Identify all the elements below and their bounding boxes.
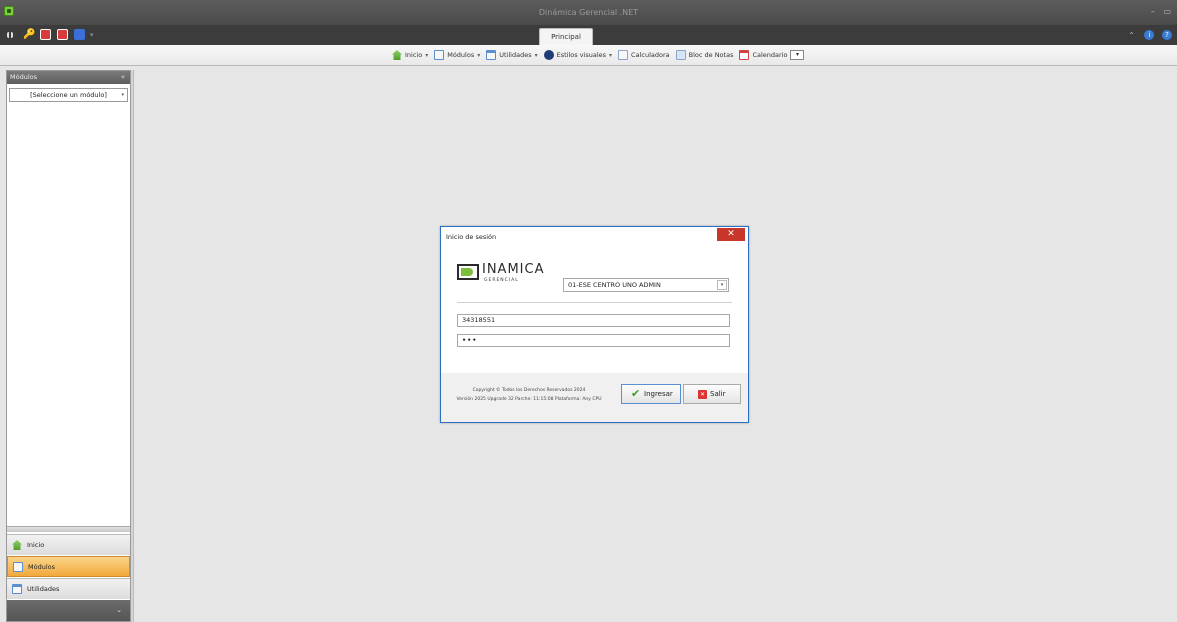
info-icon[interactable]: i (1144, 30, 1155, 40)
nav-utilidades-label: Utilidades (27, 585, 60, 593)
ribbon-calculadora-label: Calculadora (631, 51, 670, 59)
minimize-button[interactable]: – (1151, 7, 1155, 16)
panel-resize-handle[interactable] (131, 70, 134, 622)
logo-mark (457, 264, 479, 280)
copyright-block: Copyright © Todos los Derechos Reservado… (454, 386, 604, 404)
notepad-icon (675, 50, 686, 60)
company-select-value: 01-ESE CENTRO UNO ADMIN (568, 281, 661, 289)
chevron-down-icon[interactable]: ▾ (425, 52, 428, 59)
ribbon-bloc-notas[interactable]: Bloc de Notas (675, 50, 734, 60)
utilities-icon (12, 584, 22, 594)
chevron-down-icon[interactable]: ▾ (535, 52, 538, 59)
ribbon: Inicio ▾ Módulos ▾ Utilidades ▾ Estilos … (0, 45, 1177, 66)
logo-subtext: GERENCIAL (484, 278, 519, 283)
login-button[interactable]: ✔ Ingresar (621, 384, 681, 404)
copyright-text: Copyright © Todos los Derechos Reservado… (472, 388, 586, 393)
restore-button[interactable]: ▭ (1163, 7, 1171, 16)
ribbon-estilos-label: Estilos visuales (556, 51, 607, 59)
chevron-down-icon: ▾ (121, 92, 124, 98)
close-button[interactable]: ✕ (717, 228, 745, 241)
ribbon-calendario[interactable]: Calendario ▾ (739, 50, 805, 60)
login-button-label: Ingresar (644, 390, 673, 398)
dinamica-logo: INAMICA GERENCIAL (457, 262, 549, 287)
chevron-down-icon[interactable]: ⌄ (116, 606, 122, 614)
module-select[interactable]: [Seleccione un módulo] ▾ (9, 88, 128, 102)
nav-inicio[interactable]: Inicio (7, 534, 130, 555)
dialog-title: Inicio de sesión (446, 233, 497, 241)
document-icon[interactable] (57, 29, 68, 40)
chevron-down-icon[interactable]: ▾ (717, 280, 727, 290)
login-dialog: Inicio de sesión ✕ INAMICA GERENCIAL 01-… (440, 226, 749, 423)
window-controls: – ▭ (1145, 7, 1171, 16)
version-text: Versión 2025 Upgrade 32 Parche: 11:15:08… (456, 397, 602, 402)
company-select[interactable]: 01-ESE CENTRO UNO ADMIN ▾ (563, 278, 729, 292)
collapse-panel-icon[interactable]: « (121, 71, 125, 84)
ribbon-bloc-notas-label: Bloc de Notas (688, 51, 734, 59)
password-field[interactable]: ••• (457, 334, 730, 347)
module-select-value: [Seleccione un módulo] (30, 91, 107, 99)
report-icon[interactable] (40, 29, 51, 40)
modules-icon (434, 50, 445, 60)
quick-access-dropdown[interactable]: ▾ (90, 31, 101, 42)
ribbon-calculadora[interactable]: Calculadora (618, 50, 670, 60)
divider (457, 302, 732, 303)
nav-footer: ⌄ (7, 600, 130, 621)
ribbon-modulos[interactable]: Módulos ▾ (434, 50, 480, 60)
dialog-footer: Copyright © Todos los Derechos Reservado… (441, 373, 748, 422)
ribbon-modulos-label: Módulos (447, 51, 475, 59)
home-icon (12, 540, 22, 550)
nav-inicio-label: Inicio (27, 541, 45, 549)
nav-modulos[interactable]: Módulos (7, 556, 130, 577)
key-icon[interactable]: 🔑 (23, 29, 35, 40)
visual-styles-icon (543, 50, 554, 60)
home-icon (392, 50, 402, 60)
chevron-down-icon[interactable]: ▾ (609, 52, 612, 59)
chevron-down-icon[interactable]: ▾ (477, 52, 480, 59)
ribbon-inicio-label: Inicio (405, 51, 423, 59)
nav-modulos-label: Módulos (28, 563, 55, 571)
help-icons: ⌃ i ? (1128, 30, 1172, 40)
exit-button-label: Salir (710, 390, 726, 398)
ribbon-inicio[interactable]: Inicio ▾ (392, 50, 428, 60)
modules-panel: Módulos « [Seleccione un módulo] ▾ Inici… (6, 70, 131, 622)
ribbon-estilos[interactable]: Estilos visuales ▾ (543, 50, 612, 60)
calendar-icon (739, 50, 750, 60)
calculator-icon (618, 50, 629, 60)
exit-button[interactable]: ✕ Salir (683, 384, 741, 404)
window-title: Dinámica Gerencial .NET (538, 8, 639, 17)
title-bar: Dinámica Gerencial .NET – ▭ (0, 0, 1177, 25)
nav-utilidades[interactable]: Utilidades (7, 578, 130, 599)
tab-principal[interactable]: Principal (539, 28, 593, 45)
window-icon[interactable] (74, 29, 85, 40)
calendar-dropdown[interactable]: ▾ (790, 50, 805, 60)
check-icon: ✔ (631, 387, 641, 400)
modules-panel-header: Módulos « (7, 71, 130, 84)
close-icon: ✕ (698, 390, 707, 399)
modules-icon (13, 562, 23, 572)
collapse-ribbon-icon[interactable]: ⌃ (1128, 31, 1135, 40)
panel-splitter[interactable] (7, 526, 130, 532)
modules-panel-title: Módulos (10, 73, 37, 81)
ribbon-utilidades-label: Utilidades (499, 51, 532, 59)
logo-text: INAMICA (482, 262, 545, 277)
grid-icon[interactable] (7, 32, 13, 38)
utilities-icon (486, 50, 497, 60)
ribbon-calendario-label: Calendario (752, 51, 788, 59)
ribbon-utilidades[interactable]: Utilidades ▾ (486, 50, 538, 60)
username-field[interactable]: 34318551 (457, 314, 730, 327)
help-icon[interactable]: ? (1162, 30, 1172, 40)
